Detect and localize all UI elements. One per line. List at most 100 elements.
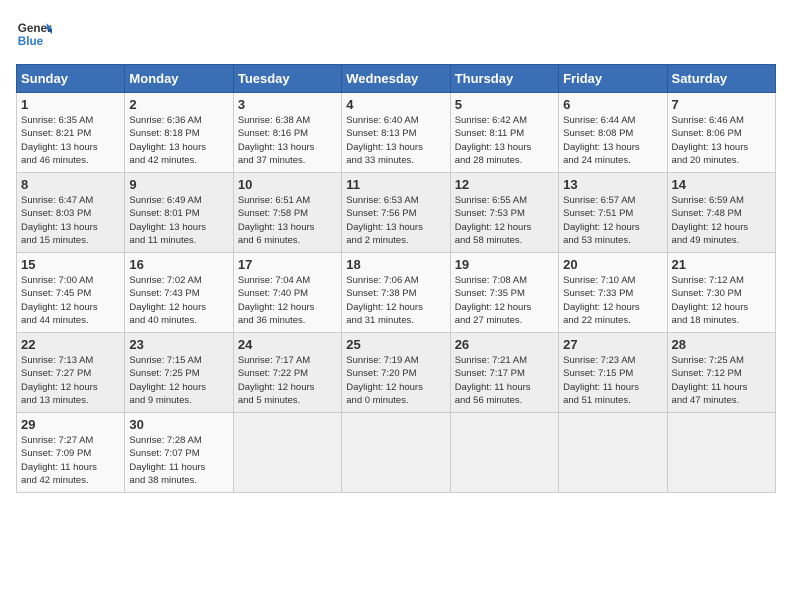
calendar-cell: 8 Sunrise: 6:47 AM Sunset: 8:03 PM Daylig…: [17, 173, 125, 253]
day-info: Sunrise: 7:25 AM Sunset: 7:12 PM Dayligh…: [672, 354, 771, 407]
page-header: General Blue: [16, 16, 776, 52]
day-info: Sunrise: 6:57 AM Sunset: 7:51 PM Dayligh…: [563, 194, 662, 247]
day-number: 3: [238, 97, 337, 112]
calendar-cell: 1 Sunrise: 6:35 AM Sunset: 8:21 PM Daylig…: [17, 93, 125, 173]
calendar-cell: 13 Sunrise: 6:57 AM Sunset: 7:51 PM Dayli…: [559, 173, 667, 253]
day-number: 20: [563, 257, 662, 272]
day-number: 6: [563, 97, 662, 112]
day-number: 17: [238, 257, 337, 272]
calendar-cell: 23 Sunrise: 7:15 AM Sunset: 7:25 PM Dayli…: [125, 333, 233, 413]
day-info: Sunrise: 6:59 AM Sunset: 7:48 PM Dayligh…: [672, 194, 771, 247]
day-number: 18: [346, 257, 445, 272]
day-number: 28: [672, 337, 771, 352]
column-header-saturday: Saturday: [667, 65, 775, 93]
column-header-tuesday: Tuesday: [233, 65, 341, 93]
calendar-cell: 10 Sunrise: 6:51 AM Sunset: 7:58 PM Dayli…: [233, 173, 341, 253]
calendar-cell: 18 Sunrise: 7:06 AM Sunset: 7:38 PM Dayli…: [342, 253, 450, 333]
day-number: 22: [21, 337, 120, 352]
column-header-friday: Friday: [559, 65, 667, 93]
day-number: 8: [21, 177, 120, 192]
day-number: 26: [455, 337, 554, 352]
day-number: 1: [21, 97, 120, 112]
calendar-week-row: 15Sunrise: 7:00 AM Sunset: 7:45 PM Dayli…: [17, 253, 776, 333]
calendar-cell: 27 Sunrise: 7:23 AM Sunset: 7:15 PM Dayli…: [559, 333, 667, 413]
day-info: Sunrise: 7:06 AM Sunset: 7:38 PM Dayligh…: [346, 274, 445, 327]
day-info: Sunrise: 7:19 AM Sunset: 7:20 PM Dayligh…: [346, 354, 445, 407]
calendar-cell: 6 Sunrise: 6:44 AM Sunset: 8:08 PM Daylig…: [559, 93, 667, 173]
calendar-cell: [667, 413, 775, 493]
day-info: Sunrise: 7:21 AM Sunset: 7:17 PM Dayligh…: [455, 354, 554, 407]
calendar-cell: 25 Sunrise: 7:19 AM Sunset: 7:20 PM Dayli…: [342, 333, 450, 413]
day-number: 13: [563, 177, 662, 192]
day-number: 14: [672, 177, 771, 192]
day-info: Sunrise: 6:35 AM Sunset: 8:21 PM Dayligh…: [21, 114, 120, 167]
day-number: 23: [129, 337, 228, 352]
day-info: Sunrise: 6:44 AM Sunset: 8:08 PM Dayligh…: [563, 114, 662, 167]
day-info: Sunrise: 7:12 AM Sunset: 7:30 PM Dayligh…: [672, 274, 771, 327]
day-info: Sunrise: 7:13 AM Sunset: 7:27 PM Dayligh…: [21, 354, 120, 407]
column-header-monday: Monday: [125, 65, 233, 93]
day-number: 25: [346, 337, 445, 352]
day-number: 19: [455, 257, 554, 272]
calendar-cell: 5Sunrise: 6:42 AM Sunset: 8:11 PM Daylig…: [450, 93, 558, 173]
day-info: Sunrise: 7:28 AM Sunset: 7:07 PM Dayligh…: [129, 434, 228, 487]
logo: General Blue: [16, 16, 56, 52]
logo-icon: General Blue: [16, 16, 52, 52]
day-number: 15: [21, 257, 120, 272]
calendar-cell: 11 Sunrise: 6:53 AM Sunset: 7:56 PM Dayli…: [342, 173, 450, 253]
day-info: Sunrise: 6:51 AM Sunset: 7:58 PM Dayligh…: [238, 194, 337, 247]
day-info: Sunrise: 6:36 AM Sunset: 8:18 PM Dayligh…: [129, 114, 228, 167]
calendar-cell: 26 Sunrise: 7:21 AM Sunset: 7:17 PM Dayli…: [450, 333, 558, 413]
day-info: Sunrise: 7:27 AM Sunset: 7:09 PM Dayligh…: [21, 434, 120, 487]
calendar-week-row: 1 Sunrise: 6:35 AM Sunset: 8:21 PM Daylig…: [17, 93, 776, 173]
day-info: Sunrise: 6:47 AM Sunset: 8:03 PM Dayligh…: [21, 194, 120, 247]
calendar-cell: 15Sunrise: 7:00 AM Sunset: 7:45 PM Dayli…: [17, 253, 125, 333]
calendar-cell: 3Sunrise: 6:38 AM Sunset: 8:16 PM Daylig…: [233, 93, 341, 173]
day-number: 5: [455, 97, 554, 112]
calendar-cell: 4Sunrise: 6:40 AM Sunset: 8:13 PM Daylig…: [342, 93, 450, 173]
calendar-cell: 17 Sunrise: 7:04 AM Sunset: 7:40 PM Dayli…: [233, 253, 341, 333]
day-info: Sunrise: 7:17 AM Sunset: 7:22 PM Dayligh…: [238, 354, 337, 407]
calendar-week-row: 22 Sunrise: 7:13 AM Sunset: 7:27 PM Dayli…: [17, 333, 776, 413]
calendar-week-row: 29 Sunrise: 7:27 AM Sunset: 7:09 PM Dayli…: [17, 413, 776, 493]
day-info: Sunrise: 7:15 AM Sunset: 7:25 PM Dayligh…: [129, 354, 228, 407]
day-number: 7: [672, 97, 771, 112]
day-info: Sunrise: 7:04 AM Sunset: 7:40 PM Dayligh…: [238, 274, 337, 327]
day-number: 21: [672, 257, 771, 272]
calendar-cell: 2Sunrise: 6:36 AM Sunset: 8:18 PM Daylig…: [125, 93, 233, 173]
calendar-table: SundayMondayTuesdayWednesdayThursdayFrid…: [16, 64, 776, 493]
day-info: Sunrise: 6:46 AM Sunset: 8:06 PM Dayligh…: [672, 114, 771, 167]
column-header-sunday: Sunday: [17, 65, 125, 93]
calendar-cell: 16 Sunrise: 7:02 AM Sunset: 7:43 PM Dayli…: [125, 253, 233, 333]
day-number: 27: [563, 337, 662, 352]
day-number: 12: [455, 177, 554, 192]
calendar-cell: 7 Sunrise: 6:46 AM Sunset: 8:06 PM Daylig…: [667, 93, 775, 173]
calendar-cell: 28 Sunrise: 7:25 AM Sunset: 7:12 PM Dayli…: [667, 333, 775, 413]
calendar-cell: [450, 413, 558, 493]
calendar-cell: 24Sunrise: 7:17 AM Sunset: 7:22 PM Dayli…: [233, 333, 341, 413]
column-header-wednesday: Wednesday: [342, 65, 450, 93]
calendar-cell: 14 Sunrise: 6:59 AM Sunset: 7:48 PM Dayli…: [667, 173, 775, 253]
calendar-cell: 12Sunrise: 6:55 AM Sunset: 7:53 PM Dayli…: [450, 173, 558, 253]
day-info: Sunrise: 6:40 AM Sunset: 8:13 PM Dayligh…: [346, 114, 445, 167]
day-number: 10: [238, 177, 337, 192]
svg-text:Blue: Blue: [18, 35, 44, 48]
day-info: Sunrise: 6:53 AM Sunset: 7:56 PM Dayligh…: [346, 194, 445, 247]
day-info: Sunrise: 7:08 AM Sunset: 7:35 PM Dayligh…: [455, 274, 554, 327]
calendar-cell: [233, 413, 341, 493]
calendar-cell: [342, 413, 450, 493]
day-info: Sunrise: 7:10 AM Sunset: 7:33 PM Dayligh…: [563, 274, 662, 327]
calendar-cell: 29 Sunrise: 7:27 AM Sunset: 7:09 PM Dayli…: [17, 413, 125, 493]
day-number: 9: [129, 177, 228, 192]
day-info: Sunrise: 7:23 AM Sunset: 7:15 PM Dayligh…: [563, 354, 662, 407]
day-info: Sunrise: 6:49 AM Sunset: 8:01 PM Dayligh…: [129, 194, 228, 247]
day-info: Sunrise: 7:02 AM Sunset: 7:43 PM Dayligh…: [129, 274, 228, 327]
day-number: 16: [129, 257, 228, 272]
day-number: 11: [346, 177, 445, 192]
calendar-cell: [559, 413, 667, 493]
calendar-cell: 19 Sunrise: 7:08 AM Sunset: 7:35 PM Dayli…: [450, 253, 558, 333]
column-header-thursday: Thursday: [450, 65, 558, 93]
calendar-cell: 9 Sunrise: 6:49 AM Sunset: 8:01 PM Daylig…: [125, 173, 233, 253]
day-number: 29: [21, 417, 120, 432]
calendar-header-row: SundayMondayTuesdayWednesdayThursdayFrid…: [17, 65, 776, 93]
